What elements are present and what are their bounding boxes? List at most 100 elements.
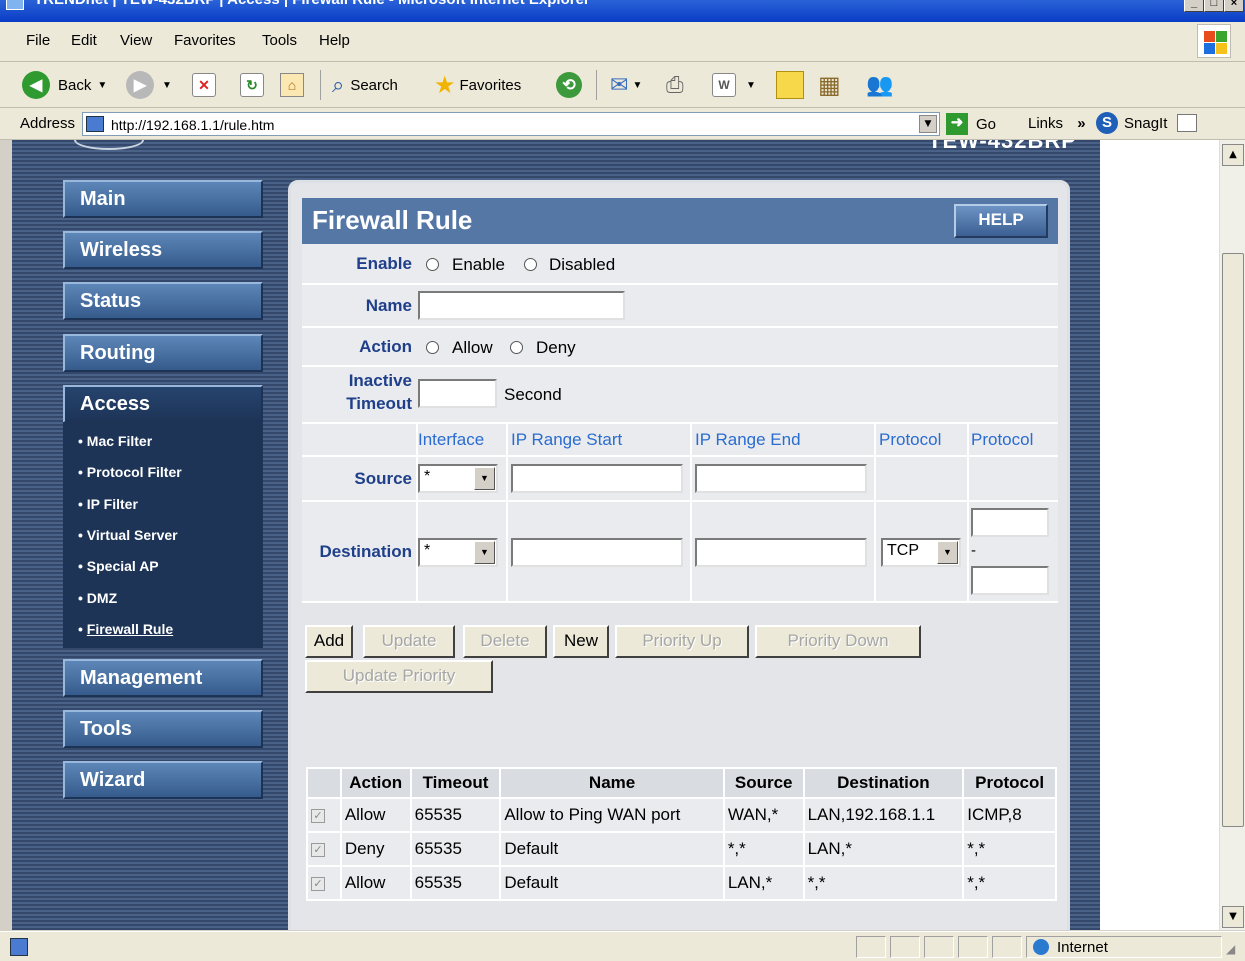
mail-button[interactable]: ✉ ▼ [610,69,642,101]
name-row: Name [302,285,1058,328]
go-button[interactable]: ➜ Go [946,112,1022,136]
nav-wireless[interactable]: Wireless [63,231,263,269]
resize-grip-icon[interactable]: ◢ [1226,942,1235,956]
stop-button[interactable]: ✕ [192,69,216,101]
scroll-up-icon[interactable]: ▲ [1222,144,1244,166]
protocol-header: Protocol [879,430,942,449]
row-destination: LAN,* [802,831,965,867]
forward-button[interactable]: ▶ ▼ [126,69,172,101]
nav-wizard[interactable]: Wizard [63,761,263,799]
name-input[interactable] [418,291,625,320]
priority-up-button[interactable]: Priority Up [615,625,749,658]
row-timeout: 65535 [409,831,502,867]
row-action: Allow [339,797,412,833]
address-dropdown-icon[interactable]: ▼ [919,115,937,133]
chevron-down-icon: ▼ [632,79,643,91]
stop-icon: ✕ [192,73,216,97]
submenu-ip-filter[interactable]: • IP Filter [78,496,138,512]
timeout-input[interactable] [418,379,497,408]
submenu-protocol-filter[interactable]: • Protocol Filter [78,464,182,480]
allow-radio[interactable] [426,341,439,354]
scroll-down-icon[interactable]: ▼ [1222,906,1244,928]
edit-button[interactable]: W ▼ [712,69,756,101]
row-checkbox-cell: ✓ [306,831,342,867]
messenger-button[interactable]: 👥 [866,69,893,101]
disabled-radio[interactable] [524,258,537,271]
table-row[interactable]: ✓ Allow 65535 Allow to Ping WAN port WAN… [306,797,1057,833]
close-button[interactable]: × [1224,0,1244,12]
row-checkbox[interactable]: ✓ [311,842,325,857]
priority-down-button[interactable]: Priority Down [755,625,921,658]
row-source: LAN,* [722,865,805,901]
submenu-virtual-server[interactable]: • Virtual Server [78,527,178,543]
snagit-button[interactable]: S SnagIt [1096,112,1198,134]
column-divider [967,424,969,603]
nav-main[interactable]: Main [63,180,263,218]
nav-tools[interactable]: Tools [63,710,263,748]
enable-radio[interactable] [426,258,439,271]
snagit-capture-icon[interactable] [1177,114,1198,132]
discuss-button[interactable] [776,69,804,101]
nav-access[interactable]: Access [63,385,263,423]
deny-radio[interactable] [510,341,523,354]
nav-management[interactable]: Management [63,659,263,697]
window-title-bar[interactable]: TRENDnet | TEW-432BRP | Access | Firewal… [0,0,1245,22]
ip-range-end-header: IP Range End [695,430,801,449]
history-icon: ⟲ [556,72,582,98]
destination-protocol-select[interactable]: TCP ▼ [881,538,961,567]
vertical-scrollbar[interactable]: ▲ ▼ [1219,140,1245,930]
menu-view[interactable]: View [120,32,152,49]
maximize-button[interactable]: □ [1204,0,1224,12]
destination-ip-start-input[interactable] [511,538,683,567]
source-ip-start-input[interactable] [511,464,683,493]
menu-help[interactable]: Help [319,32,350,49]
history-button[interactable]: ⟲ [556,69,582,101]
disabled-option-label: Disabled [549,255,616,274]
address-url: http://192.168.1.1/rule.htm [111,117,275,133]
delete-button[interactable]: Delete [463,625,547,658]
destination-interface-select[interactable]: * ▼ [418,538,498,567]
source-interface-select[interactable]: * ▼ [418,464,498,493]
menu-tools[interactable]: Tools [262,32,297,49]
research-button[interactable]: ▦ [818,69,841,101]
submenu-firewall-rule[interactable]: • Firewall Rule [78,621,173,637]
address-input[interactable]: http://192.168.1.1/rule.htm ▼ [82,112,940,136]
source-ip-end-input[interactable] [695,464,867,493]
port-end-input[interactable] [971,566,1049,595]
nav-status[interactable]: Status [63,282,263,320]
minimize-button[interactable]: _ [1184,0,1204,12]
menu-edit[interactable]: Edit [71,32,97,49]
help-button[interactable]: HELP [954,204,1048,238]
new-button[interactable]: New [553,625,609,658]
update-button[interactable]: Update [363,625,455,658]
destination-ip-end-input[interactable] [695,538,867,567]
row-checkbox[interactable]: ✓ [311,876,325,891]
protocol-port-header: Protocol [971,430,1034,449]
row-action: Allow [339,865,412,901]
home-button[interactable]: ⌂ [280,69,304,101]
links-label[interactable]: Links » [1028,115,1086,132]
nav-routing[interactable]: Routing [63,334,263,372]
print-button[interactable]: ⎙ [666,69,684,101]
menu-file[interactable]: File [26,32,50,49]
panel-title: Firewall Rule HELP [302,198,1058,244]
back-button[interactable]: ◀ Back ▼ [22,69,107,101]
port-start-input[interactable] [971,508,1049,537]
update-priority-button[interactable]: Update Priority [305,660,493,693]
table-row[interactable]: ✓ Allow 65535 Default LAN,* *,* *,* [306,865,1057,901]
table-row[interactable]: ✓ Deny 65535 Default *,* LAN,* *,* [306,831,1057,867]
scroll-thumb[interactable] [1222,253,1244,827]
destination-label: Destination [319,542,412,561]
favorites-button[interactable]: ★ Favorites [434,69,521,101]
add-button[interactable]: Add [305,625,353,658]
toolbar: ◀ Back ▼ ▶ ▼ ✕ ↻ ⌂ ⌕ Search ★ Favorites … [0,62,1245,108]
router-page: TEW-432BRP Main Wireless Status Routing … [12,140,1100,930]
submenu-dmz[interactable]: • DMZ [78,590,117,606]
submenu-mac-filter[interactable]: • Mac Filter [78,433,152,449]
row-checkbox[interactable]: ✓ [311,808,325,823]
refresh-button[interactable]: ↻ [240,69,264,101]
timeout-label: Timeout [346,394,412,413]
menu-favorites[interactable]: Favorites [174,32,236,49]
search-button[interactable]: ⌕ Search [332,69,398,101]
submenu-special-ap[interactable]: • Special AP [78,558,159,574]
